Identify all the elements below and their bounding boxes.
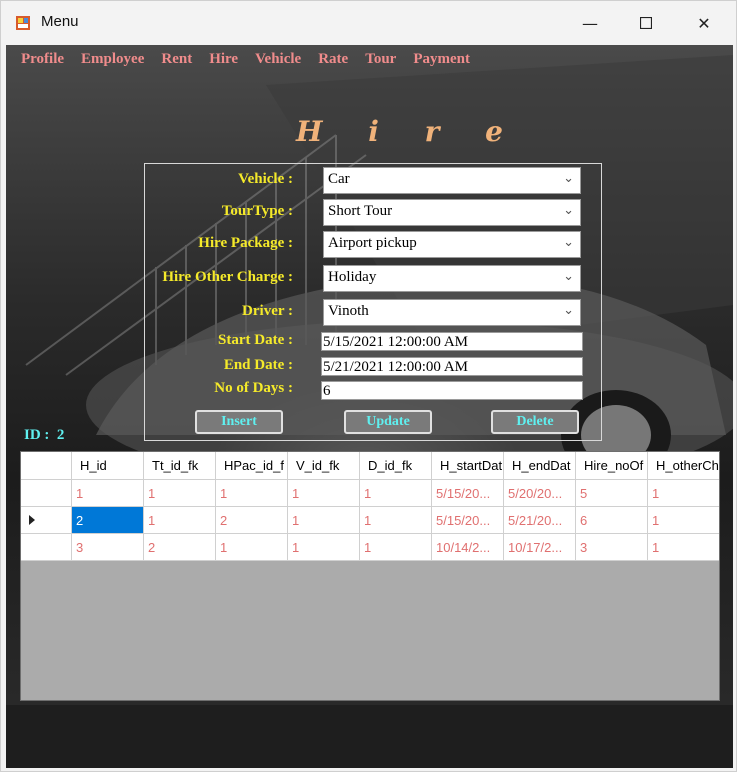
vehicle-value: Car — [328, 171, 350, 187]
table-cell[interactable]: 5 — [576, 480, 648, 507]
table-cell[interactable]: 5/15/20... — [432, 480, 504, 507]
delete-button[interactable]: Delete — [491, 410, 579, 434]
table-cell[interactable]: 1 — [360, 534, 432, 561]
row-header[interactable] — [21, 480, 72, 507]
table-cell[interactable]: 1 — [288, 480, 360, 507]
table-cell[interactable]: 2 — [72, 507, 144, 534]
menu-item-employee[interactable]: Employee — [76, 51, 156, 68]
id-value: 2 — [56, 427, 65, 443]
driver-value: Vinoth — [328, 303, 369, 319]
tourtype-label: TourType : — [221, 203, 293, 219]
table-cell[interactable]: 1 — [288, 534, 360, 561]
chevron-down-icon: ⌄ — [563, 303, 574, 318]
update-button[interactable]: Update — [344, 410, 432, 434]
column-header[interactable]: H_endDat — [504, 452, 576, 480]
hire-package-value: Airport pickup — [328, 235, 417, 251]
app-icon — [16, 16, 30, 30]
hire-form-panel: Vehicle : Car ⌄ TourType : Short Tour ⌄ … — [144, 163, 602, 441]
table-cell[interactable]: 10/14/2... — [432, 534, 504, 561]
hire-package-select[interactable]: Airport pickup ⌄ — [323, 231, 581, 258]
days-label: No of Days : — [214, 380, 293, 396]
menu-item-tour[interactable]: Tour — [360, 51, 408, 68]
column-header[interactable]: Tt_id_fk — [144, 452, 216, 480]
table-cell[interactable]: 1 — [288, 507, 360, 534]
vehicle-select[interactable]: Car ⌄ — [323, 167, 581, 194]
chevron-down-icon: ⌄ — [563, 203, 574, 218]
client-area: Profile Employee Rent Hire Vehicle Rate … — [6, 45, 733, 768]
menu-item-vehicle[interactable]: Vehicle — [250, 51, 313, 68]
driver-select[interactable]: Vinoth ⌄ — [323, 299, 581, 326]
table-cell[interactable]: 1 — [144, 507, 216, 534]
id-display: ID : 2 — [24, 427, 64, 444]
column-header[interactable]: H_otherCh — [648, 452, 719, 480]
vehicle-label: Vehicle : — [238, 171, 293, 187]
column-header[interactable]: V_id_fk — [288, 452, 360, 480]
insert-button[interactable]: Insert — [195, 410, 283, 434]
table-cell[interactable]: 1 — [360, 507, 432, 534]
row-header[interactable] — [21, 534, 72, 561]
table-cell[interactable]: 6 — [576, 507, 648, 534]
table-cell[interactable]: 5/21/20... — [504, 507, 576, 534]
table-cell[interactable]: 3 — [72, 534, 144, 561]
id-label: ID : — [24, 427, 50, 443]
chevron-down-icon: ⌄ — [563, 171, 574, 186]
menu-item-hire[interactable]: Hire — [204, 51, 250, 68]
grid-corner-header[interactable] — [21, 452, 72, 480]
table-cell[interactable]: 5/20/20... — [504, 480, 576, 507]
window-title: Menu — [41, 13, 79, 30]
hire-data-grid[interactable]: H_id Tt_id_fk HPac_id_f V_id_fk D_id_fk H_sta… — [20, 451, 720, 701]
table-cell[interactable]: 2 — [216, 507, 288, 534]
page-title: H i r e — [296, 115, 521, 148]
table-cell[interactable]: 1 — [72, 480, 144, 507]
driver-label: Driver : — [242, 303, 293, 319]
maximize-button[interactable] — [617, 1, 675, 45]
table-cell[interactable]: 1 — [648, 480, 719, 507]
other-charge-select[interactable]: Holiday ⌄ — [323, 265, 581, 292]
column-header[interactable]: D_id_fk — [360, 452, 432, 480]
minimize-icon: — — [582, 13, 598, 33]
column-header[interactable]: H_id — [72, 452, 144, 480]
end-date-input[interactable]: 5/21/2021 12:00:00 AM — [321, 357, 583, 376]
minimize-button[interactable]: — — [561, 1, 619, 45]
menu-window: Menu — ✕ Profile Employee Rent Hire Vehi… — [0, 0, 737, 772]
days-input[interactable]: 6 — [321, 381, 583, 400]
column-header[interactable]: HPac_id_f — [216, 452, 288, 480]
current-row-arrow-icon — [29, 515, 35, 525]
close-icon: ✕ — [697, 13, 711, 33]
chevron-down-icon: ⌄ — [563, 269, 574, 284]
other-charge-label: Hire Other Charge : — [162, 269, 293, 285]
menu-item-profile[interactable]: Profile — [16, 51, 76, 68]
end-date-label: End Date : — [223, 357, 293, 373]
menu-item-rate[interactable]: Rate — [313, 51, 360, 68]
menu-item-rent[interactable]: Rent — [156, 51, 204, 68]
table-cell[interactable]: 1 — [648, 534, 719, 561]
column-header[interactable]: H_startDat — [432, 452, 504, 480]
close-button[interactable]: ✕ — [675, 1, 733, 45]
maximize-icon — [640, 17, 652, 29]
menu-bar: Profile Employee Rent Hire Vehicle Rate … — [16, 51, 482, 68]
tourtype-select[interactable]: Short Tour ⌄ — [323, 199, 581, 226]
chevron-down-icon: ⌄ — [563, 235, 574, 250]
table-cell[interactable]: 10/17/2... — [504, 534, 576, 561]
tourtype-value: Short Tour — [328, 203, 393, 219]
table-cell[interactable]: 2 — [144, 534, 216, 561]
table-cell[interactable]: 5/15/20... — [432, 507, 504, 534]
table-cell[interactable]: 1 — [360, 480, 432, 507]
menu-item-payment[interactable]: Payment — [408, 51, 482, 68]
row-header[interactable] — [21, 507, 72, 534]
column-header[interactable]: Hire_noOf — [576, 452, 648, 480]
other-charge-value: Holiday — [328, 269, 377, 285]
table-cell[interactable]: 1 — [216, 534, 288, 561]
table-cell[interactable]: 1 — [648, 507, 719, 534]
table-cell[interactable]: 1 — [216, 480, 288, 507]
table-cell[interactable]: 3 — [576, 534, 648, 561]
start-date-input[interactable]: 5/15/2021 12:00:00 AM — [321, 332, 583, 351]
start-date-label: Start Date : — [218, 332, 293, 348]
hire-package-label: Hire Package : — [198, 235, 293, 251]
table-cell[interactable]: 1 — [144, 480, 216, 507]
title-bar[interactable]: Menu — ✕ — [1, 1, 736, 45]
